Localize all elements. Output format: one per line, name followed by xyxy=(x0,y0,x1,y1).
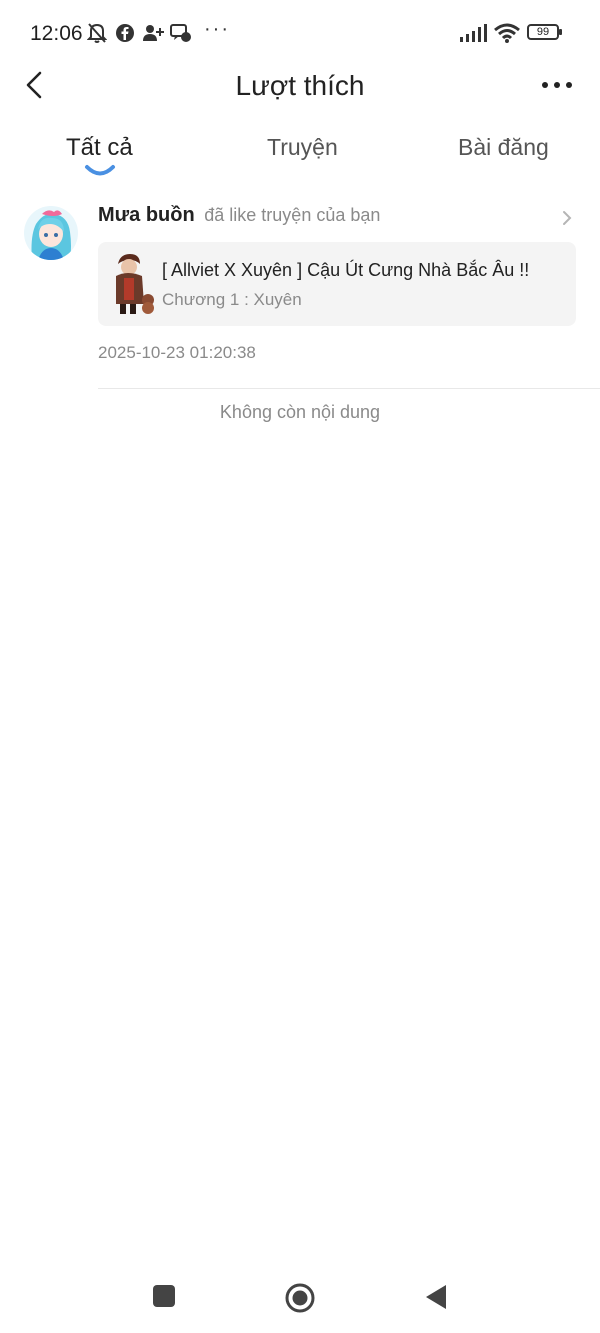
battery-icon: 99 xyxy=(527,24,562,40)
person-add-icon xyxy=(142,22,164,44)
like-action-text: đã like truyện của bạn xyxy=(204,205,381,225)
chapter-label: Chương 1 : Xuyên xyxy=(162,290,302,309)
tab-posts[interactable]: Bài đăng xyxy=(458,134,549,161)
story-cover-image xyxy=(108,250,158,316)
signal-icon xyxy=(458,22,488,44)
user-name[interactable]: Mưa buồn xyxy=(98,204,195,226)
story-title: [ Allviet X Xuyên ] Cậu Út Cưng Nhà Bắc … xyxy=(162,260,530,280)
timestamp: 2025-10-23 01:20:38 xyxy=(98,343,256,362)
app-header: Lượt thích xyxy=(0,60,600,116)
tab-all[interactable]: Tất cả xyxy=(66,134,133,162)
bell-off-icon xyxy=(86,22,108,44)
chevron-right-icon[interactable] xyxy=(560,208,574,228)
recent-apps-button[interactable] xyxy=(150,1282,180,1312)
avatar[interactable] xyxy=(24,206,78,260)
page-title: Lượt thích xyxy=(235,70,365,101)
chat-icon xyxy=(169,22,193,44)
end-of-list-message: Không còn nội dung xyxy=(219,402,381,422)
status-time: 12:06 xyxy=(30,22,83,45)
divider xyxy=(98,388,600,389)
wifi-icon xyxy=(492,22,522,44)
active-tab-indicator xyxy=(84,164,116,178)
tab-bar: Tất cả Truyện Bài đăng xyxy=(0,128,600,188)
story-card[interactable]: [ Allviet X Xuyên ] Cậu Út Cưng Nhà Bắc … xyxy=(98,242,576,326)
like-summary: Mưa buồn đã like truyện của bạn xyxy=(98,204,380,227)
home-button[interactable] xyxy=(284,1282,315,1313)
more-notifications-icon: ··· xyxy=(204,18,230,40)
tab-stories[interactable]: Truyện xyxy=(267,134,338,161)
like-list-item[interactable]: Mưa buồn đã like truyện của bạn [ Allvie… xyxy=(0,190,600,390)
status-bar: 12:06 ··· 99 xyxy=(0,0,600,64)
more-options-button[interactable] xyxy=(540,70,574,100)
system-nav-bar xyxy=(0,1260,600,1333)
facebook-icon xyxy=(114,22,136,44)
back-nav-button[interactable] xyxy=(422,1282,452,1312)
